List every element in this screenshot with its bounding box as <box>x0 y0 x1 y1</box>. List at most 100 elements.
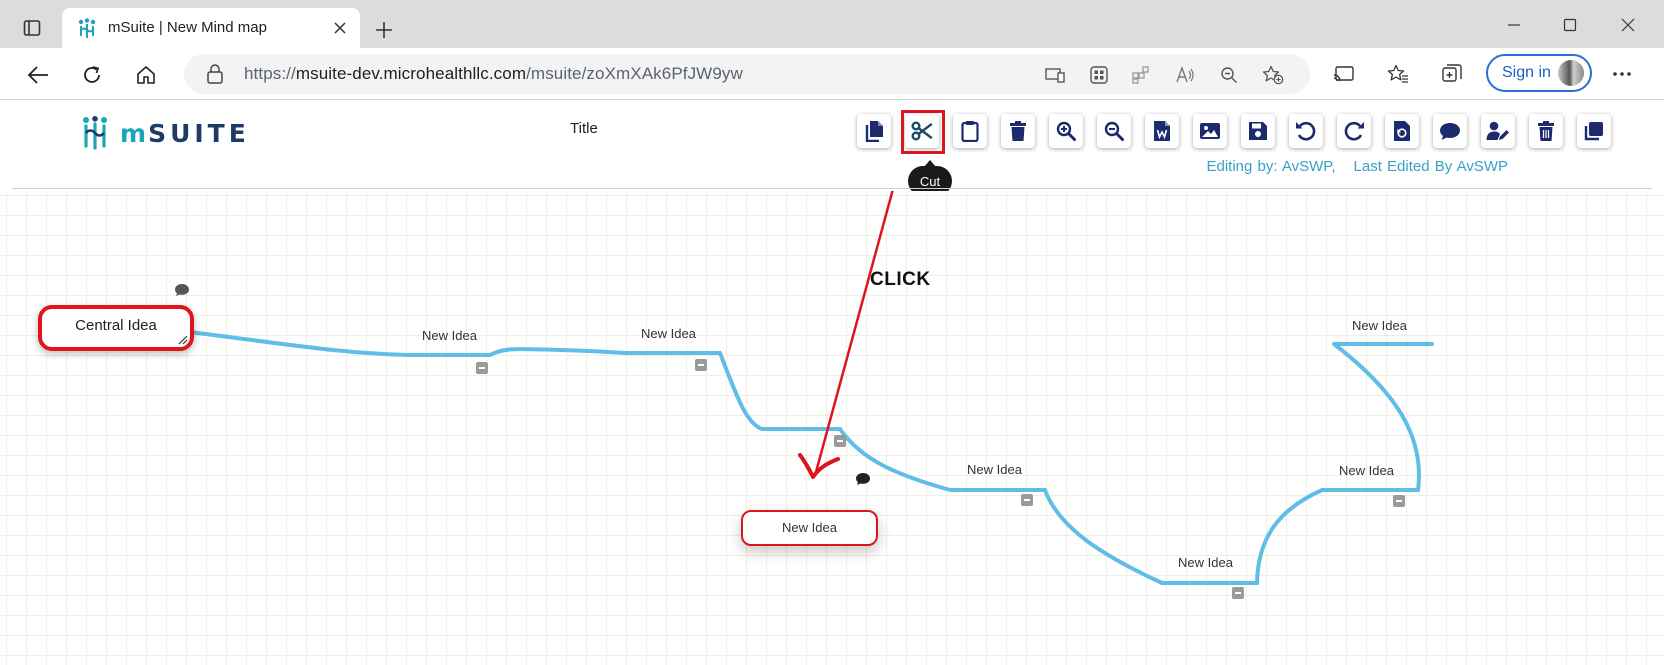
idea-node-label[interactable]: New Idea <box>1339 463 1394 478</box>
export-word-button[interactable] <box>1145 114 1179 148</box>
last-edited-text: Last Edited By AvSWP <box>1353 158 1508 175</box>
tab-close-button[interactable] <box>330 18 350 38</box>
editing-by-text: Editing by: AvSWP, <box>1206 158 1336 175</box>
close-window-icon <box>1621 18 1635 32</box>
editing-info: Editing by: AvSWP, Last Edited By AvSWP <box>1207 158 1509 175</box>
collapse-toggle[interactable] <box>476 362 488 374</box>
click-annotation: CLICK <box>870 269 931 290</box>
reset-icon <box>1394 121 1410 141</box>
collapse-toggle[interactable] <box>834 435 846 447</box>
back-button[interactable] <box>22 59 54 91</box>
duplicate-button[interactable] <box>1577 114 1611 148</box>
avatar <box>1558 60 1584 86</box>
word-file-icon <box>1154 121 1170 141</box>
comment-icon[interactable] <box>855 472 871 486</box>
settings-more-button[interactable] <box>1608 60 1636 88</box>
favorites-icon <box>1387 64 1408 83</box>
edit-user-button[interactable] <box>1481 114 1515 148</box>
comment-icon[interactable] <box>174 283 190 297</box>
minimize-icon <box>1508 24 1520 26</box>
plus-icon <box>376 22 392 38</box>
save-icon <box>1249 122 1267 140</box>
mindmap-canvas[interactable]: Central Idea New Idea New Idea New Idea … <box>0 191 1664 665</box>
refresh-button[interactable] <box>76 59 108 91</box>
msuite-app: mSUITE Title Cut Editing by: AvSWP, Last… <box>0 100 1664 665</box>
reset-button[interactable] <box>1385 114 1419 148</box>
selected-idea-node[interactable]: New Idea <box>741 510 878 546</box>
document-title[interactable]: Title <box>570 120 598 137</box>
clipboard-icon <box>961 121 979 142</box>
msuite-logo-icon <box>83 116 107 150</box>
trash-icon <box>1538 121 1554 141</box>
collections-icon <box>1442 64 1462 82</box>
delete-map-button[interactable] <box>1529 114 1563 148</box>
comment-icon <box>1440 123 1460 140</box>
add-favorite-button[interactable] <box>1260 62 1286 88</box>
zoom-in-icon <box>1056 121 1076 141</box>
apps-button[interactable] <box>1128 62 1154 88</box>
collections-button[interactable] <box>1438 60 1466 88</box>
browser-tab[interactable]: mSuite | New Mind map <box>62 8 360 48</box>
central-idea-node[interactable]: Central Idea <box>38 305 194 351</box>
comment-button[interactable] <box>1433 114 1467 148</box>
favorites-button[interactable] <box>1384 60 1412 88</box>
link-idea-2-to-idea-3 <box>718 351 842 431</box>
zoom-in-button[interactable] <box>1049 114 1083 148</box>
zoom-button[interactable] <box>1216 62 1242 88</box>
resize-handle-icon[interactable] <box>178 335 188 345</box>
maximize-button[interactable] <box>1550 10 1590 40</box>
maximize-icon <box>1563 18 1577 32</box>
cut-button-highlight <box>901 110 945 154</box>
idea-node-label[interactable]: New Idea <box>1178 555 1233 570</box>
minimize-button[interactable] <box>1494 10 1534 40</box>
new-tab-button[interactable] <box>370 16 398 44</box>
image-icon <box>1200 123 1220 139</box>
collapse-toggle[interactable] <box>695 359 707 371</box>
apps-icon <box>1132 66 1149 84</box>
extensions-grid-button[interactable] <box>1086 62 1112 88</box>
idea-node-label[interactable]: New Idea <box>641 326 696 341</box>
star-add-icon <box>1262 65 1284 85</box>
browser-titlebar: mSuite | New Mind map <box>0 0 1664 48</box>
lock-icon <box>207 64 223 84</box>
export-image-button[interactable] <box>1193 114 1227 148</box>
address-bar[interactable]: https://msuite-dev.microhealthllc.com/ms… <box>184 54 1310 94</box>
refresh-icon <box>84 66 100 83</box>
idea-node-label[interactable]: New Idea <box>1352 318 1407 333</box>
zoom-out-icon <box>1221 67 1237 83</box>
msuite-favicon-icon <box>78 18 96 38</box>
collapse-toggle[interactable] <box>1393 495 1405 507</box>
app-available-button[interactable] <box>1042 62 1068 88</box>
more-dots-icon <box>1613 72 1631 76</box>
idea-node-label[interactable]: New Idea <box>422 328 477 343</box>
undo-button[interactable] <box>1289 114 1323 148</box>
cast-button[interactable] <box>1330 60 1358 88</box>
cast-icon <box>1333 66 1354 82</box>
save-button[interactable] <box>1241 114 1275 148</box>
selected-idea-label: New Idea <box>782 520 837 535</box>
redo-button[interactable] <box>1337 114 1371 148</box>
grid-icon <box>1090 66 1108 84</box>
copy-icon <box>865 121 883 142</box>
close-icon <box>334 22 346 34</box>
undo-icon <box>1296 121 1316 141</box>
collapse-toggle[interactable] <box>1232 587 1244 599</box>
idea-node-label[interactable]: New Idea <box>967 462 1022 477</box>
msuite-logo-text: mSUITE <box>120 118 250 148</box>
url-text: https://msuite-dev.microhealthllc.com/ms… <box>244 64 743 83</box>
home-button[interactable] <box>130 59 162 91</box>
close-window-button[interactable] <box>1608 10 1648 40</box>
sign-in-button[interactable]: Sign in <box>1486 54 1592 92</box>
trash-icon <box>1010 121 1026 141</box>
tab-title: mSuite | New Mind map <box>108 19 267 36</box>
delete-node-button[interactable] <box>1001 114 1035 148</box>
paste-button[interactable] <box>953 114 987 148</box>
duplicate-icon <box>1584 122 1603 141</box>
collapse-toggle[interactable] <box>1021 494 1033 506</box>
copy-button[interactable] <box>857 114 891 148</box>
central-idea-label: Central Idea <box>75 317 157 334</box>
msuite-logo[interactable]: mSUITE <box>80 116 250 150</box>
tab-actions-button[interactable] <box>14 14 50 42</box>
zoom-out-button[interactable] <box>1097 114 1131 148</box>
read-aloud-button[interactable] <box>1172 62 1198 88</box>
